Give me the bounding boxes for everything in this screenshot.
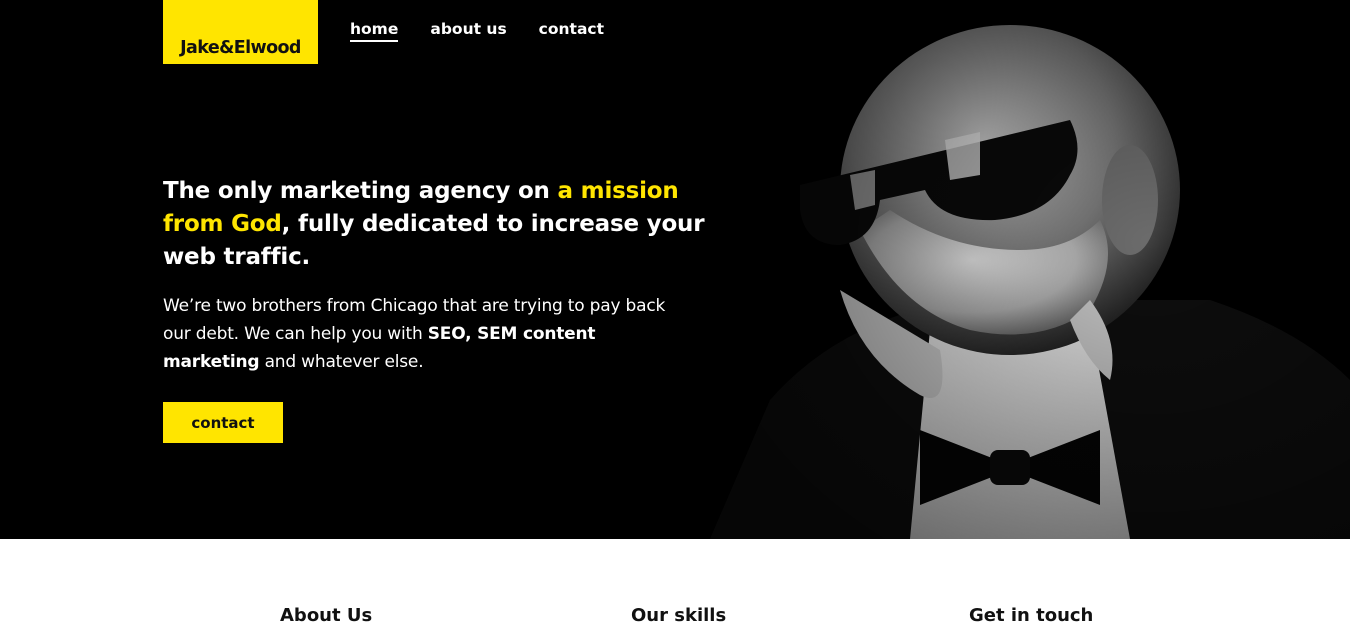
contact-button[interactable]: contact xyxy=(163,402,283,443)
nav-item-about-us[interactable]: about us xyxy=(430,20,506,42)
brand-logo[interactable]: Jake&Elwood xyxy=(163,0,318,64)
section-titles-row: About Us Our skills Get in touch xyxy=(0,600,1350,630)
nav-item-contact[interactable]: contact xyxy=(539,20,604,42)
hero-headline: The only marketing agency on a mission f… xyxy=(163,175,708,274)
hero-lead-part2: and whatever else. xyxy=(259,352,424,372)
hero-lead-text: We’re two brothers from Chicago that are… xyxy=(163,292,683,376)
main-nav: home about us contact xyxy=(350,20,604,42)
hero-section: Jake&Elwood home about us contact The on… xyxy=(0,0,1350,539)
brand-logo-text: Jake&Elwood xyxy=(180,38,301,58)
hero-headline-part1: The only marketing agency on xyxy=(163,178,558,204)
nav-item-home[interactable]: home xyxy=(350,20,399,42)
hero-portrait-image xyxy=(690,0,1350,539)
